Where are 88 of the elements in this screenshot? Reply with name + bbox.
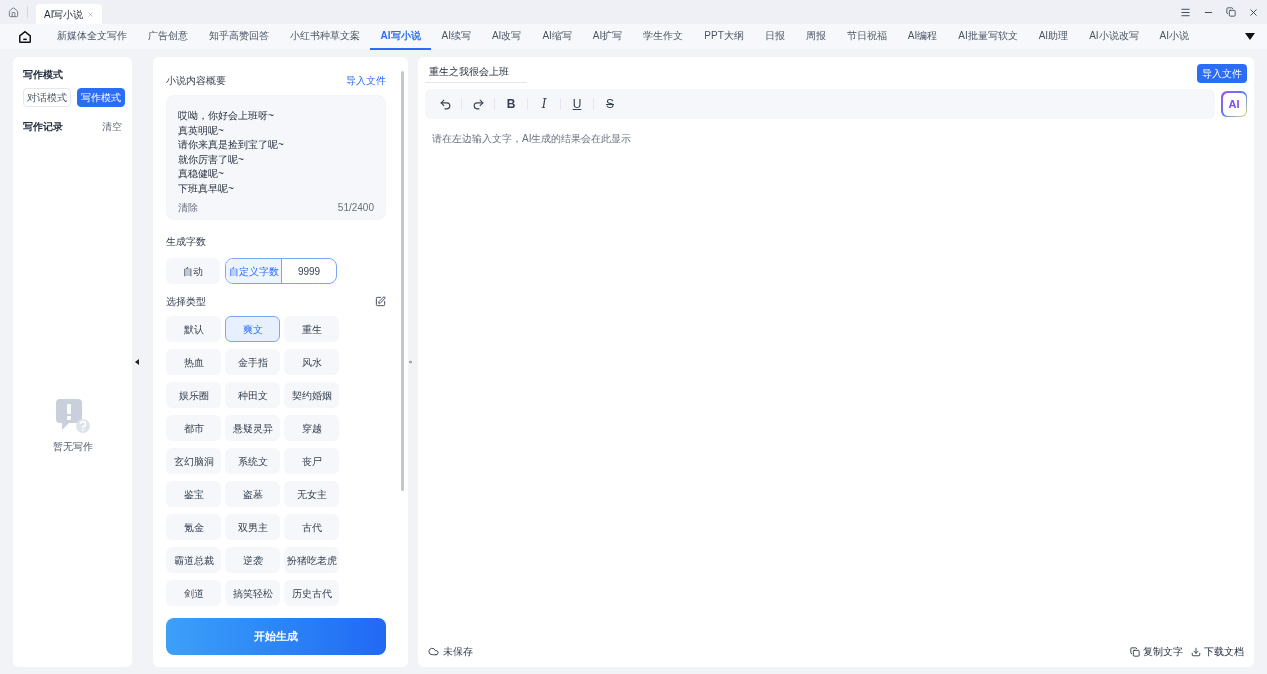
redo-icon bbox=[471, 97, 485, 111]
copy-icon bbox=[1130, 646, 1140, 657]
type-option[interactable]: 丧尸 bbox=[284, 448, 339, 474]
copy-text-button[interactable]: 复制文字 bbox=[1130, 644, 1183, 659]
type-option[interactable]: 剑道 bbox=[166, 580, 221, 606]
type-option[interactable]: 悬疑灵异 bbox=[225, 415, 280, 441]
collapse-icon[interactable] bbox=[135, 359, 139, 365]
char-count: 51/2400 bbox=[337, 201, 374, 215]
edit-icon[interactable] bbox=[375, 296, 386, 307]
undo-icon bbox=[438, 97, 452, 111]
field-label: 选择类型 bbox=[166, 295, 206, 309]
nav-tab[interactable]: AI扩写 bbox=[582, 23, 633, 50]
clear-link[interactable]: 清空 bbox=[102, 119, 122, 134]
restore-icon[interactable] bbox=[1226, 7, 1236, 17]
type-option[interactable]: 风水 bbox=[284, 349, 339, 375]
type-option[interactable]: 种田文 bbox=[225, 382, 280, 408]
type-option[interactable]: 盗墓 bbox=[225, 481, 280, 507]
import-link[interactable]: 导入文件 bbox=[346, 73, 386, 88]
nav-tab[interactable]: 新媒体全文写作 bbox=[46, 23, 137, 50]
field-label: 小说内容概要 bbox=[166, 74, 226, 88]
download-button[interactable]: 下载文档 bbox=[1191, 644, 1244, 659]
dropdown-icon[interactable] bbox=[1245, 33, 1255, 40]
nav-tab[interactable]: AI助理 bbox=[1028, 23, 1079, 50]
nav-tab[interactable]: 知乎高赞回答 bbox=[198, 23, 279, 50]
clear-link[interactable]: 清除 bbox=[178, 200, 198, 215]
nav-tab[interactable]: AI写小说 bbox=[370, 23, 431, 50]
cloud-icon bbox=[428, 646, 439, 657]
nav-tab[interactable]: AI编程 bbox=[897, 23, 948, 50]
type-option[interactable]: 逆袭 bbox=[225, 547, 280, 573]
nav-tab[interactable]: 周报 bbox=[795, 23, 837, 50]
save-status: 未保存 bbox=[443, 645, 473, 659]
type-option[interactable]: 古代 bbox=[284, 514, 339, 540]
italic-button[interactable]: I bbox=[528, 92, 560, 116]
nav-tab[interactable]: PPT大纲 bbox=[693, 23, 755, 50]
nav-tab[interactable]: 节日祝福 bbox=[836, 23, 898, 50]
ai-button[interactable]: AI bbox=[1221, 91, 1247, 117]
window-tab[interactable]: AI写小说 bbox=[36, 4, 103, 24]
type-option[interactable]: 爽文 bbox=[225, 316, 280, 342]
type-option[interactable]: 鉴宝 bbox=[166, 481, 221, 507]
close-icon[interactable] bbox=[1248, 6, 1259, 18]
menu-icon[interactable] bbox=[1180, 6, 1191, 18]
underline-button[interactable]: U bbox=[561, 92, 593, 116]
nav-tab[interactable]: 日报 bbox=[754, 23, 796, 50]
bold-button[interactable]: B bbox=[495, 92, 527, 116]
import-button[interactable]: 导入文件 bbox=[1197, 64, 1247, 83]
type-option[interactable]: 金手指 bbox=[225, 349, 280, 375]
nav-tab[interactable]: AI缩写 bbox=[531, 23, 583, 50]
type-option[interactable]: 双男主 bbox=[225, 514, 280, 540]
empty-note-icon bbox=[53, 397, 92, 435]
start-button[interactable]: 开始生成 bbox=[166, 618, 386, 655]
title-field[interactable]: 重生之我很会上班 bbox=[425, 64, 527, 83]
type-option[interactable]: 无女主 bbox=[284, 481, 339, 507]
nav-tab[interactable]: 广告创意 bbox=[137, 23, 198, 50]
type-option[interactable]: 穿越 bbox=[284, 415, 339, 441]
nav-tab[interactable]: AI小说 bbox=[1149, 23, 1200, 50]
summary-text: 哎呦，你好会上班呀~ 真英明呢~ 请你来真是捡到宝了呢~ 就你厉害了呢~ 真稳健呢~ 下班真早呢~ bbox=[178, 109, 285, 196]
type-option[interactable]: 霸道总裁 bbox=[166, 547, 221, 573]
type-option[interactable]: 默认 bbox=[166, 316, 221, 342]
nav-tab[interactable]: AI改写 bbox=[481, 23, 532, 50]
mode-button[interactable]: 对话模式 bbox=[23, 88, 71, 107]
section-title: 写作记录 bbox=[23, 120, 63, 134]
nav-tab[interactable]: AI小说改写 bbox=[1078, 23, 1150, 50]
summary-textarea[interactable]: 哎呦，你好会上班呀~ 真英明呢~ 请你来真是捡到宝了呢~ 就你厉害了呢~ 真稳健呢~ 下班真早呢~ 清除 51/2400 bbox=[166, 95, 386, 220]
type-option[interactable]: 都市 bbox=[166, 415, 221, 441]
length-option[interactable]: 自动 bbox=[166, 258, 220, 284]
type-option[interactable]: 契约婚姻 bbox=[284, 382, 339, 408]
output-area[interactable]: 请在左边输入文字，AI生成的结果会在此显示 bbox=[425, 131, 1247, 644]
nav-tab[interactable]: AI批量写软文 bbox=[947, 23, 1029, 50]
nav-tab[interactable]: AI续写 bbox=[431, 23, 482, 50]
type-option[interactable]: 玄幻脑洞 bbox=[166, 448, 221, 474]
type-option[interactable]: 扮猪吃老虎 bbox=[284, 547, 339, 573]
type-option[interactable]: 氪金 bbox=[166, 514, 221, 540]
type-option[interactable]: 热血 bbox=[166, 349, 221, 375]
section-title: 写作模式 bbox=[23, 68, 64, 82]
type-option[interactable]: 娱乐圈 bbox=[166, 382, 221, 408]
home-outline-icon[interactable] bbox=[18, 29, 32, 44]
empty-text: 暂无写作 bbox=[52, 440, 93, 454]
type-option[interactable]: 历史古代 bbox=[284, 580, 339, 606]
type-option[interactable]: 系统文 bbox=[225, 448, 280, 474]
field-label: 生成字数 bbox=[166, 235, 207, 249]
type-option[interactable]: 搞笑轻松 bbox=[225, 580, 280, 606]
mode-button[interactable]: 写作模式 bbox=[77, 88, 125, 107]
strikethrough-button[interactable]: S bbox=[594, 92, 626, 116]
nav-tab[interactable]: 学生作文 bbox=[632, 23, 694, 50]
type-option[interactable]: 重生 bbox=[284, 316, 339, 342]
home-icon[interactable] bbox=[8, 6, 19, 18]
download-icon bbox=[1191, 646, 1201, 657]
nav-tab[interactable]: 小红书种草文案 bbox=[279, 23, 370, 50]
